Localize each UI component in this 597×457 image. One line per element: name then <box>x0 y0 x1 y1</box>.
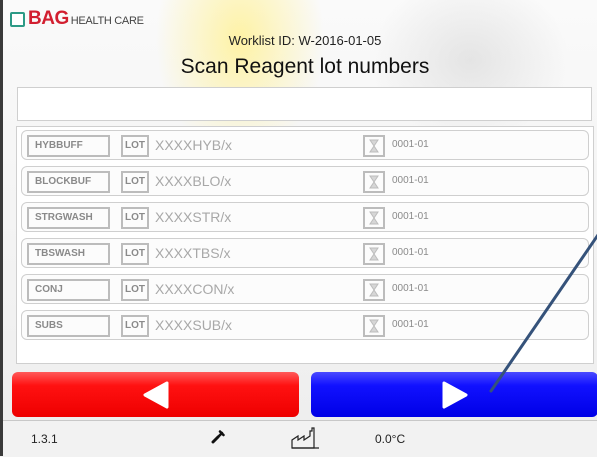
lot-label: LOT <box>121 171 149 193</box>
lot-label: LOT <box>121 207 149 229</box>
reagent-name: SUBS <box>27 315 110 337</box>
page-title: Scan Reagent lot numbers <box>180 55 430 78</box>
back-button[interactable] <box>12 372 299 417</box>
lot-code: 0001-01 <box>392 175 429 186</box>
triangle-left-icon <box>143 381 168 408</box>
reagent-row-strgwash[interactable]: STRGWASH LOT XXXXSTR/x 0001-01 <box>21 202 589 232</box>
lot-label: LOT <box>121 135 149 157</box>
status-bar: 1.3.1 0.0°C <box>3 420 597 457</box>
reagent-row-blockbuf[interactable]: BLOCKBUF LOT XXXXBLO/x 0001-01 <box>21 166 589 196</box>
hourglass-icon <box>363 279 385 301</box>
triangle-right-icon <box>442 381 467 408</box>
logo-subtitle: HEALTH CARE <box>70 15 144 27</box>
lot-value[interactable]: XXXXTBS/x <box>155 245 230 261</box>
wrench-icon[interactable] <box>211 430 225 444</box>
reagent-list: HYBBUFF LOT XXXXHYB/x 0001-01 BLOCKBUF L… <box>16 126 594 364</box>
lot-code: 0001-01 <box>392 247 429 258</box>
lot-code: 0001-01 <box>392 211 429 222</box>
lot-code: 0001-01 <box>392 283 429 294</box>
brand-logo: BAG HEALTH CARE <box>10 8 144 29</box>
lot-value[interactable]: XXXXCON/x <box>155 281 234 297</box>
reagent-name: CONJ <box>27 279 110 301</box>
version-number: 1.3.1 <box>31 432 58 446</box>
lot-value[interactable]: XXXXHYB/x <box>155 137 232 153</box>
reagent-row-tbswash[interactable]: TBSWASH LOT XXXXTBS/x 0001-01 <box>21 238 589 268</box>
lot-value[interactable]: XXXXSTR/x <box>155 209 231 225</box>
lot-label: LOT <box>121 315 149 337</box>
hourglass-icon <box>363 207 385 229</box>
reagent-name: TBSWASH <box>27 243 110 265</box>
next-button[interactable] <box>311 372 597 417</box>
lot-value[interactable]: XXXXBLO/x <box>155 173 231 189</box>
logo-square-icon <box>10 11 25 27</box>
temperature-readout: 0.0°C <box>375 432 406 446</box>
lot-label: LOT <box>121 279 149 301</box>
reagent-name: BLOCKBUF <box>27 171 110 193</box>
logo-brand: BAG <box>28 8 69 29</box>
reagent-row-subs[interactable]: SUBS LOT XXXXSUB/x 0001-01 <box>21 310 589 340</box>
worklist-id: Worklist ID: W-2016-01-05 <box>228 33 382 48</box>
lot-code: 0001-01 <box>392 319 429 330</box>
scan-input[interactable] <box>17 87 592 121</box>
lot-code: 0001-01 <box>392 139 429 150</box>
reagent-row-hybbuff[interactable]: HYBBUFF LOT XXXXHYB/x 0001-01 <box>21 130 589 160</box>
hourglass-icon <box>363 171 385 193</box>
lot-value[interactable]: XXXXSUB/x <box>155 317 232 333</box>
lot-label: LOT <box>121 243 149 265</box>
reagent-name: HYBBUFF <box>27 135 110 157</box>
hourglass-icon <box>363 243 385 265</box>
reagent-row-conj[interactable]: CONJ LOT XXXXCON/x 0001-01 <box>21 274 589 304</box>
factory-icon[interactable] <box>291 427 321 449</box>
reagent-name: STRGWASH <box>27 207 110 229</box>
hourglass-icon <box>363 135 385 157</box>
hourglass-icon <box>363 315 385 337</box>
